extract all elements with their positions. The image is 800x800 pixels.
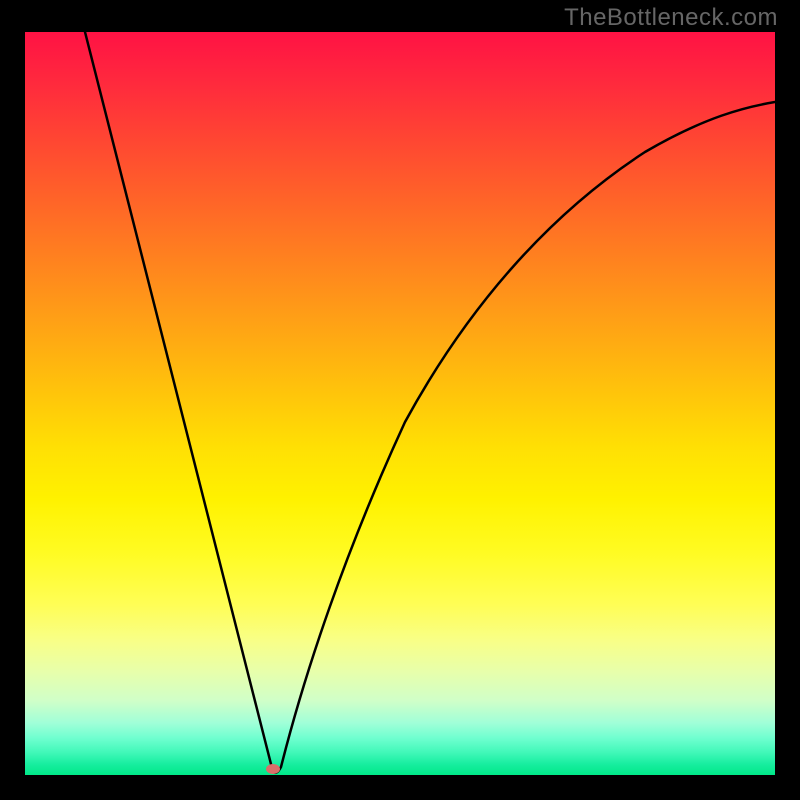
plot-area <box>25 32 775 775</box>
curve-line <box>25 32 775 775</box>
chart-container: TheBottleneck.com <box>0 0 800 800</box>
watermark-text: TheBottleneck.com <box>564 4 778 32</box>
minimum-marker <box>266 764 280 774</box>
